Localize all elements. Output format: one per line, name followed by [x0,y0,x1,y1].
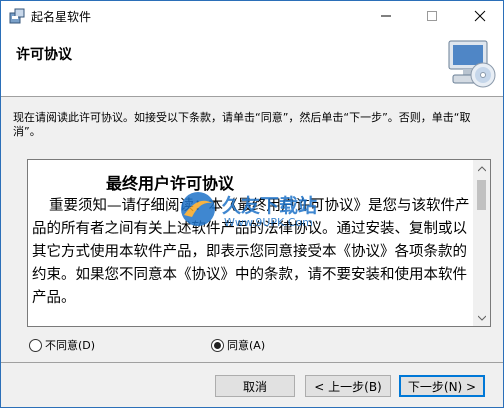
scroll-up-button[interactable] [473,160,490,177]
title-bar[interactable]: 起名星软件 [1,1,503,31]
minimize-button[interactable] [363,1,409,31]
watermark-logo: 久友下载站 Www.9UPK.Com [178,185,368,245]
license-scrollbar[interactable] [473,160,490,326]
maximize-button[interactable] [409,1,455,31]
window-title: 起名星软件 [31,10,92,24]
footer-divider [1,362,503,363]
next-button[interactable]: 下一步(N) > [399,375,485,397]
maximize-icon [427,11,437,21]
watermark-brand: 久友下载站 [222,195,318,217]
chevron-up-icon [477,165,486,171]
close-button[interactable] [457,1,503,31]
wizard-header: 许可协议 [1,31,503,97]
disagree-option[interactable]: 不同意(D) [29,337,95,353]
disagree-label: 不同意(D) [45,339,96,352]
computer-cd-icon [448,40,496,88]
license-textbox[interactable]: 最终用户许可协议 重要须知—请仔细阅读：本《最终用户许可协议》是您与该软件产品的… [27,159,491,327]
cancel-button[interactable]: 取消 [215,375,295,397]
back-button[interactable]: < 上一步(B) [305,375,391,397]
instruction-text: 现在请阅读此许可协议。如接受以下条款，请单击“同意”，然后单击“下一步”。否则，… [13,111,471,138]
agree-label: 同意(A) [227,339,266,352]
minimize-icon [381,15,391,17]
installer-window: 起名星软件 许可协议 现在请阅读此许可协议。如接受以下条款，请单击“同意”，然后… [0,0,504,408]
agree-radio[interactable] [211,338,224,352]
scroll-down-button[interactable] [473,309,490,326]
disagree-radio[interactable] [29,338,42,352]
agree-option[interactable]: 同意(A) [211,337,265,353]
close-icon [474,10,486,22]
watermark-url: Www.9UPK.Com [224,216,313,229]
scroll-thumb[interactable] [477,180,486,210]
watermark-swirl-icon [181,192,215,226]
chevron-down-icon [477,315,486,321]
page-title: 许可协议 [16,47,72,63]
installer-package-icon [9,8,25,24]
